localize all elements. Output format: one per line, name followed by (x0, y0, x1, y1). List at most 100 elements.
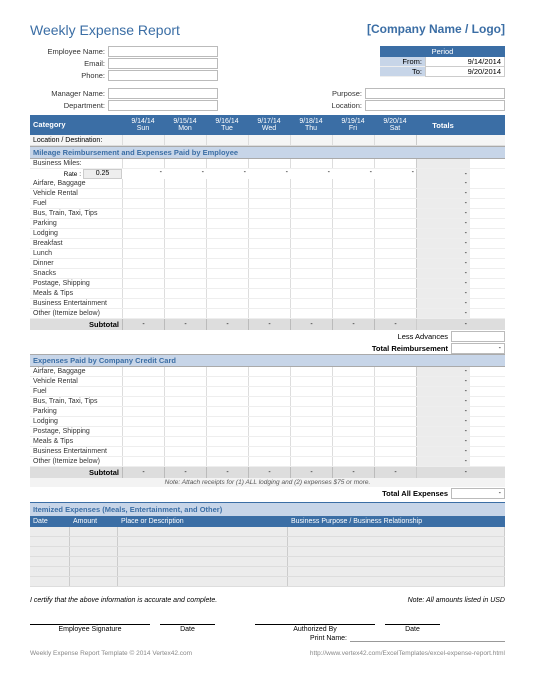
expense-cell[interactable] (206, 199, 248, 208)
expense-cell[interactable] (290, 189, 332, 198)
expense-cell[interactable] (290, 289, 332, 298)
expense-cell[interactable] (122, 417, 164, 426)
expense-cell[interactable] (374, 229, 416, 238)
expense-cell[interactable] (248, 229, 290, 238)
expense-cell[interactable] (332, 417, 374, 426)
expense-cell[interactable] (122, 367, 164, 376)
expense-cell[interactable] (290, 387, 332, 396)
expense-cell[interactable] (248, 447, 290, 456)
expense-cell[interactable] (122, 457, 164, 466)
expense-cell[interactable] (206, 457, 248, 466)
expense-cell[interactable] (122, 299, 164, 308)
expense-cell[interactable] (122, 209, 164, 218)
expense-cell[interactable] (374, 209, 416, 218)
expense-cell[interactable] (164, 387, 206, 396)
expense-cell[interactable] (122, 309, 164, 318)
expense-cell[interactable] (206, 367, 248, 376)
expense-cell[interactable] (332, 219, 374, 228)
itemized-row[interactable] (30, 537, 505, 547)
expense-cell[interactable] (290, 299, 332, 308)
expense-cell[interactable] (332, 447, 374, 456)
expense-cell[interactable] (374, 387, 416, 396)
expense-cell[interactable] (164, 397, 206, 406)
less-advances-value[interactable] (451, 331, 505, 342)
expense-cell[interactable] (374, 289, 416, 298)
expense-cell[interactable] (332, 457, 374, 466)
expense-cell[interactable] (290, 179, 332, 188)
expense-cell[interactable] (164, 189, 206, 198)
expense-cell[interactable] (332, 269, 374, 278)
expense-cell[interactable] (248, 387, 290, 396)
expense-cell[interactable] (248, 417, 290, 426)
itemized-row[interactable] (30, 577, 505, 587)
expense-cell[interactable] (206, 189, 248, 198)
expense-cell[interactable] (332, 259, 374, 268)
expense-cell[interactable] (374, 199, 416, 208)
expense-cell[interactable] (248, 457, 290, 466)
expense-cell[interactable] (122, 219, 164, 228)
expense-cell[interactable] (206, 437, 248, 446)
expense-cell[interactable] (248, 299, 290, 308)
expense-cell[interactable] (164, 427, 206, 436)
expense-cell[interactable] (164, 269, 206, 278)
expense-cell[interactable] (332, 289, 374, 298)
expense-cell[interactable] (206, 229, 248, 238)
expense-cell[interactable] (206, 279, 248, 288)
expense-cell[interactable] (374, 219, 416, 228)
expense-cell[interactable] (164, 209, 206, 218)
expense-cell[interactable] (164, 249, 206, 258)
expense-cell[interactable] (206, 299, 248, 308)
expense-cell[interactable] (248, 189, 290, 198)
expense-cell[interactable] (122, 407, 164, 416)
expense-cell[interactable] (206, 397, 248, 406)
itemized-row[interactable] (30, 527, 505, 537)
itemized-row[interactable] (30, 557, 505, 567)
expense-cell[interactable] (374, 269, 416, 278)
expense-cell[interactable] (206, 407, 248, 416)
expense-cell[interactable] (122, 259, 164, 268)
expense-cell[interactable] (122, 447, 164, 456)
expense-cell[interactable] (248, 437, 290, 446)
expense-cell[interactable] (290, 199, 332, 208)
expense-cell[interactable] (248, 269, 290, 278)
expense-cell[interactable] (122, 377, 164, 386)
expense-cell[interactable] (248, 219, 290, 228)
expense-cell[interactable] (206, 239, 248, 248)
expense-cell[interactable] (122, 199, 164, 208)
expense-cell[interactable] (164, 279, 206, 288)
employee-name-input[interactable] (108, 46, 218, 57)
expense-cell[interactable] (248, 397, 290, 406)
expense-cell[interactable] (374, 417, 416, 426)
expense-cell[interactable] (206, 387, 248, 396)
expense-cell[interactable] (164, 367, 206, 376)
location-input[interactable] (365, 100, 505, 111)
expense-cell[interactable] (290, 457, 332, 466)
rate-value[interactable]: 0.25 (83, 169, 122, 179)
purpose-input[interactable] (365, 88, 505, 99)
expense-cell[interactable] (248, 427, 290, 436)
expense-cell[interactable] (374, 239, 416, 248)
expense-cell[interactable] (122, 427, 164, 436)
expense-cell[interactable] (248, 377, 290, 386)
itemized-row[interactable] (30, 567, 505, 577)
expense-cell[interactable] (332, 387, 374, 396)
expense-cell[interactable] (248, 279, 290, 288)
expense-cell[interactable] (290, 269, 332, 278)
expense-cell[interactable] (332, 427, 374, 436)
expense-cell[interactable] (248, 407, 290, 416)
expense-cell[interactable] (206, 309, 248, 318)
expense-cell[interactable] (164, 299, 206, 308)
print-name-line[interactable] (350, 635, 505, 642)
expense-cell[interactable] (206, 427, 248, 436)
expense-cell[interactable] (290, 447, 332, 456)
expense-cell[interactable] (290, 407, 332, 416)
expense-cell[interactable] (290, 229, 332, 238)
expense-cell[interactable] (248, 179, 290, 188)
expense-cell[interactable] (164, 437, 206, 446)
expense-cell[interactable] (248, 239, 290, 248)
expense-cell[interactable] (122, 289, 164, 298)
expense-cell[interactable] (332, 397, 374, 406)
expense-cell[interactable] (248, 289, 290, 298)
expense-cell[interactable] (332, 279, 374, 288)
expense-cell[interactable] (206, 179, 248, 188)
